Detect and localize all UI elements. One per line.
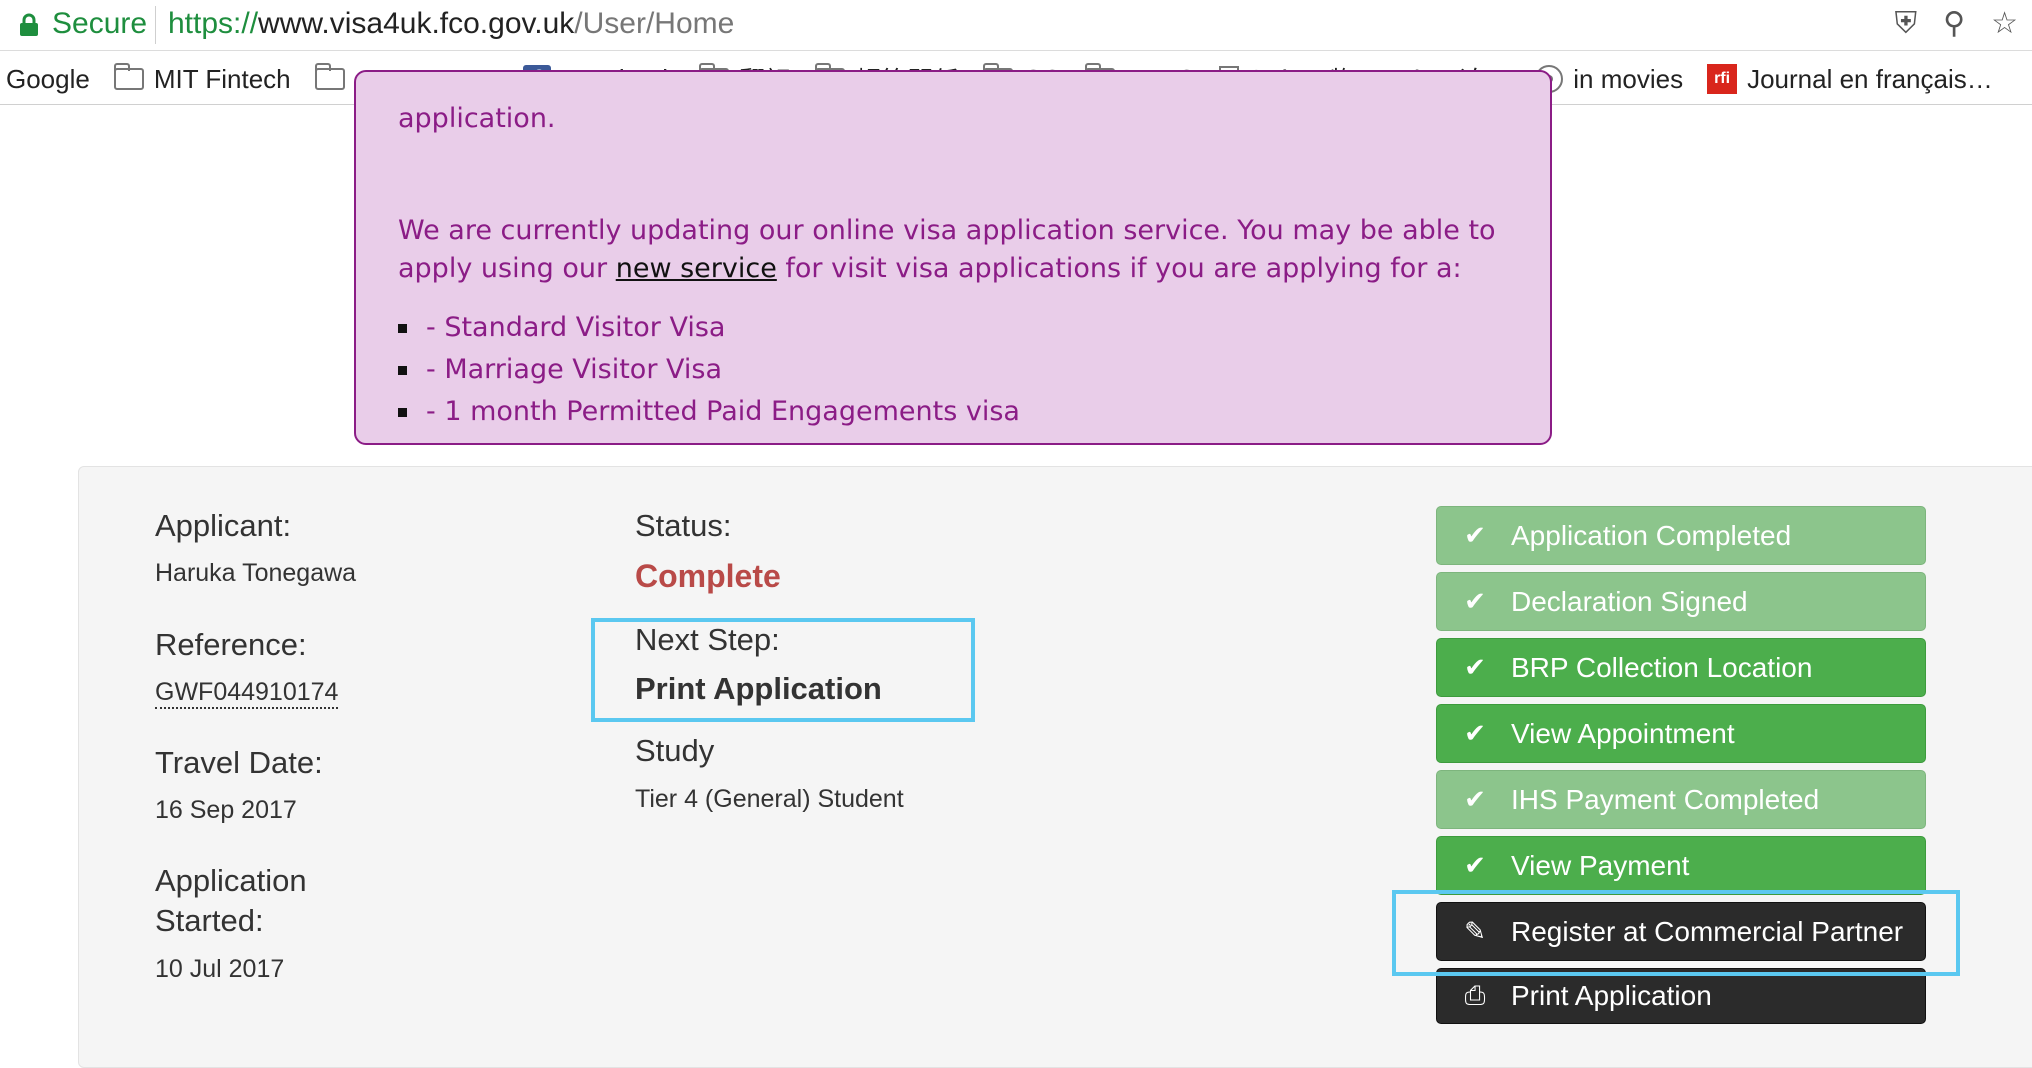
folder-icon — [314, 63, 345, 90]
url-text[interactable]: https://www.visa4uk.fco.gov.uk/User/Home — [168, 6, 734, 42]
button-label: View Appointment — [1511, 717, 1735, 749]
bookmark-google[interactable]: Google — [6, 64, 90, 95]
brp-collection-location-button[interactable]: ✔ BRP Collection Location — [1436, 638, 1926, 697]
declaration-signed-button[interactable]: ✔ Declaration Signed — [1436, 572, 1926, 631]
address-bar[interactable]: Secure https://www.visa4uk.fco.gov.uk/Us… — [0, 0, 2032, 51]
application-started-label: Application — [155, 863, 307, 898]
secure-label: Secure — [52, 7, 148, 40]
category-label: Study — [635, 733, 715, 768]
key-icon[interactable]: ⚲ — [1943, 6, 1965, 42]
notice-text-after: for visit visa applications if you are a… — [776, 253, 1462, 284]
category-value: Tier 4 (General) Student — [635, 785, 904, 813]
bookmark-label: in movies — [1573, 63, 1684, 94]
button-label: Print Application — [1511, 980, 1712, 1011]
check-icon: ✔ — [1464, 520, 1486, 550]
bookmark-label: Journal en français… — [1747, 63, 1993, 94]
application-started-label-2: Started: — [155, 903, 264, 938]
lock-icon — [20, 13, 38, 36]
status-label: Status: — [635, 508, 732, 543]
button-label: IHS Payment Completed — [1511, 783, 1820, 815]
notice-clipped-line: application. — [398, 103, 556, 134]
service-update-notice: application. We are currently updating o… — [354, 70, 1552, 445]
star-icon[interactable]: ☆ — [1991, 6, 2018, 42]
view-payment-button[interactable]: ✔ View Payment — [1436, 836, 1926, 895]
register-partner-highlight — [1392, 890, 1960, 976]
bookmark-mit-fintech[interactable]: MIT Fintech — [113, 63, 291, 95]
ihs-payment-completed-button[interactable]: ✔ IHS Payment Completed — [1436, 770, 1926, 829]
next-step-value: Print Application — [635, 671, 882, 706]
reference-value: GWF044910174 — [155, 677, 339, 709]
applicant-value: Haruka Tonegawa — [155, 559, 357, 587]
url-scheme: https:// — [168, 7, 259, 40]
reference-label: Reference: — [155, 627, 307, 662]
list-item: - Marriage Visitor Visa — [398, 349, 1020, 391]
list-item: - Standard Visitor Visa — [398, 307, 1020, 349]
printer-icon: ⎙ — [1464, 980, 1486, 1010]
bookmark-label: MIT Fintech — [153, 63, 291, 94]
check-icon: ✔ — [1464, 784, 1486, 814]
bookmark-in-movies[interactable]: in movies — [1535, 64, 1683, 95]
check-icon: ✔ — [1464, 652, 1486, 682]
view-appointment-button[interactable]: ✔ View Appointment — [1436, 704, 1926, 763]
visa-type-list: - Standard Visitor Visa - Marriage Visit… — [398, 307, 1020, 433]
status-value: Complete — [635, 558, 781, 594]
shield-blocked-icon[interactable]: ⛨ — [1895, 6, 1918, 42]
folder-icon — [113, 63, 144, 90]
bookmark-journal-francais[interactable]: rfi Journal en français… — [1707, 64, 1993, 95]
application-started-value: 10 Jul 2017 — [155, 955, 285, 983]
travel-date-label: Travel Date: — [155, 745, 323, 780]
url-host: www.visa4uk.fco.gov.uk — [258, 7, 575, 40]
applicant-label: Applicant: — [155, 508, 292, 543]
url-path: /User/Home — [574, 7, 735, 40]
button-label: View Payment — [1511, 849, 1690, 881]
rfi-icon: rfi — [1707, 64, 1738, 94]
check-icon: ✔ — [1464, 586, 1486, 616]
new-service-link[interactable]: new service — [616, 253, 777, 284]
print-application-button[interactable]: ⎙ Print Application — [1436, 968, 1926, 1024]
check-icon: ✔ — [1464, 850, 1486, 880]
list-item: - 1 month Permitted Paid Engagements vis… — [398, 391, 1020, 433]
bookmark-label: Google — [6, 63, 90, 94]
button-label: Declaration Signed — [1511, 585, 1748, 617]
button-label: BRP Collection Location — [1511, 651, 1813, 683]
notice-message: We are currently updating our online vis… — [398, 212, 1498, 288]
application-completed-button[interactable]: ✔ Application Completed — [1436, 506, 1926, 565]
check-icon: ✔ — [1464, 718, 1486, 748]
button-label: Application Completed — [1511, 519, 1792, 551]
next-step-label: Next Step: — [635, 622, 780, 657]
address-separator — [155, 6, 156, 44]
travel-date-value: 16 Sep 2017 — [155, 796, 297, 824]
